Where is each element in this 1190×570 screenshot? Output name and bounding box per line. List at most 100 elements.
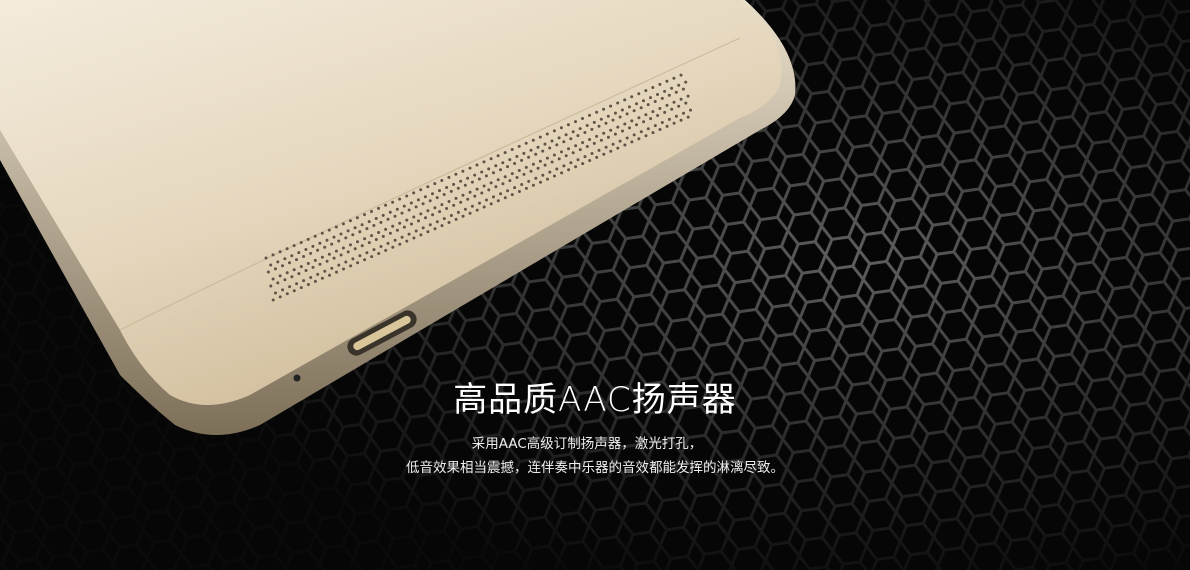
grille-hole: [349, 264, 353, 268]
grille-hole: [304, 248, 308, 251]
grille-hole: [377, 252, 381, 255]
grille-hole: [334, 225, 338, 229]
grille-hole: [651, 131, 655, 135]
grille-hole: [564, 154, 568, 158]
grille-hole: [649, 96, 652, 100]
grille-hole: [274, 291, 277, 295]
grille-hole: [391, 224, 395, 228]
grille-hole: [611, 118, 615, 122]
grille-hole: [341, 222, 345, 226]
grille-hole: [520, 158, 524, 162]
grille-hole: [489, 202, 493, 206]
grille-hole: [665, 79, 669, 83]
grille-hole: [384, 203, 388, 207]
grille-hole: [524, 165, 528, 169]
grille-hole: [555, 167, 559, 171]
grille-hole: [377, 231, 381, 234]
grille-hole: [292, 289, 296, 293]
grille-hole: [672, 121, 676, 125]
grille-hole: [356, 261, 360, 265]
grille-hole: [599, 138, 603, 142]
grille-hole: [290, 254, 294, 258]
grille-hole: [637, 137, 641, 141]
grille-hole: [414, 205, 418, 209]
grille-hole: [402, 225, 406, 229]
grille-hole: [581, 141, 585, 145]
grille-hole: [393, 214, 397, 218]
grille-hole: [395, 207, 399, 211]
grille-hole: [623, 98, 627, 102]
grille-hole: [503, 175, 507, 179]
grille-hole: [588, 138, 592, 141]
grille-hole: [480, 170, 484, 174]
grille-hole: [602, 152, 606, 156]
grille-hole: [581, 117, 584, 120]
grille-hole: [348, 219, 352, 223]
grille-hole: [510, 193, 514, 197]
grille-hole: [417, 219, 420, 223]
grille-hole: [642, 99, 645, 103]
grille-hole: [536, 166, 540, 170]
grille-hole: [463, 207, 467, 211]
grille-hole: [384, 248, 388, 252]
grille-hole: [599, 117, 603, 121]
grille-hole: [686, 94, 690, 98]
grille-hole: [466, 176, 470, 180]
grille-hole: [583, 131, 587, 134]
grille-hole: [552, 153, 556, 157]
grille-hole: [470, 204, 474, 208]
grille-hole: [585, 124, 589, 127]
grille-hole: [292, 268, 296, 272]
grille-hole: [646, 103, 650, 107]
grille-hole: [485, 198, 488, 202]
grille-hole: [410, 222, 413, 226]
grille-hole: [391, 245, 395, 249]
grille-hole: [440, 179, 444, 182]
grille-hole: [431, 192, 434, 196]
grille-hole: [309, 251, 313, 255]
grille-hole: [332, 235, 336, 239]
grille-hole: [550, 139, 554, 143]
grille-hole: [576, 134, 580, 138]
grille-hole: [438, 210, 442, 214]
grille-hole: [531, 138, 535, 142]
grille-hole: [534, 152, 538, 156]
grille-hole: [531, 162, 535, 166]
grille-hole: [346, 250, 350, 254]
grille-hole: [590, 152, 594, 155]
grille-hole: [323, 269, 327, 273]
grille-hole: [346, 229, 350, 233]
grille-hole: [288, 285, 292, 289]
grille-hole: [496, 154, 500, 158]
grille-hole: [318, 262, 322, 266]
grille-hole: [304, 269, 308, 272]
grille-hole: [445, 207, 449, 210]
grille-hole: [656, 114, 660, 117]
grille-hole: [377, 206, 380, 210]
grille-hole: [574, 165, 578, 169]
grille-hole: [428, 199, 432, 203]
grille-hole: [571, 151, 575, 155]
grille-hole: [499, 168, 502, 172]
grille-hole: [674, 114, 678, 118]
grille-hole: [541, 173, 545, 177]
grille-hole: [466, 197, 470, 201]
grille-hole: [651, 110, 655, 114]
grille-hole: [381, 234, 385, 238]
grille-hole: [567, 147, 570, 151]
grille-hole: [628, 126, 631, 130]
grille-hole: [677, 104, 681, 108]
grille-hole: [674, 90, 678, 94]
grille-hole: [576, 158, 580, 162]
grille-hole: [334, 249, 338, 253]
grille-hole: [365, 227, 369, 231]
grille-hole: [501, 182, 505, 186]
grille-hole: [297, 251, 301, 255]
grille-hole: [578, 148, 582, 152]
grille-hole: [475, 208, 479, 212]
grille-hole: [595, 155, 599, 159]
grille-hole: [567, 168, 571, 172]
grille-hole: [602, 107, 606, 111]
grille-hole: [468, 166, 472, 170]
grille-hole: [564, 133, 568, 137]
